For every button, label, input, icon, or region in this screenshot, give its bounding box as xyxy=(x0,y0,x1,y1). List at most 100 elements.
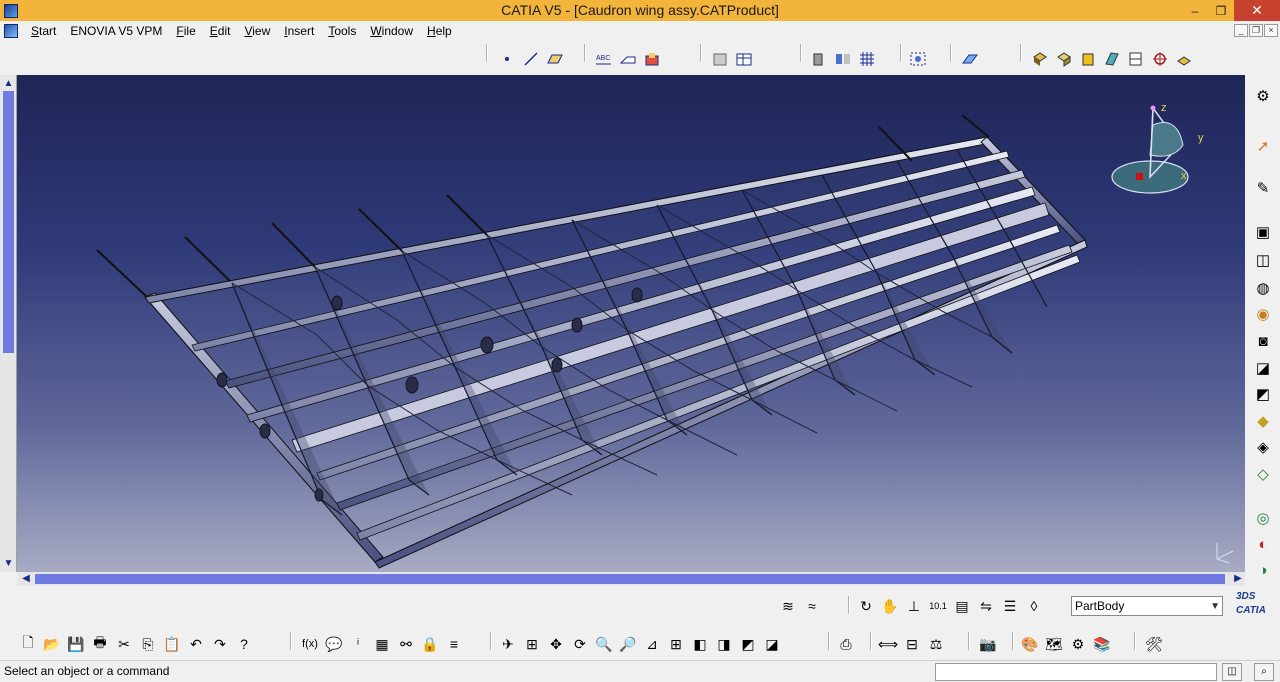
undo-icon[interactable]: ↶ xyxy=(186,634,206,654)
measure-item-icon[interactable]: ⊟ xyxy=(902,634,922,654)
gear-icon[interactable]: ⚙ xyxy=(1252,85,1274,107)
wireframe-icon[interactable] xyxy=(1102,49,1122,69)
surface-copy-icon[interactable]: ≈ xyxy=(802,596,822,616)
plane-icon[interactable] xyxy=(545,49,565,69)
sketcher-icon[interactable]: ✎ xyxy=(1252,177,1274,199)
restore-button[interactable]: ❐ xyxy=(1208,0,1234,21)
shading-icon[interactable] xyxy=(1030,49,1050,69)
rib-feature-icon[interactable]: ◙ xyxy=(1252,330,1274,352)
snap-icon[interactable] xyxy=(833,49,853,69)
apply-material-icon[interactable]: 🎨 xyxy=(1020,634,1040,654)
search-icon[interactable]: ⌕ xyxy=(1254,663,1274,681)
catia-app-icon[interactable] xyxy=(4,3,18,18)
hierarchy-icon[interactable]: ☰ xyxy=(1000,596,1020,616)
3d-viewport[interactable]: z y x xyxy=(17,75,1245,572)
pocket-icon[interactable]: ◫ xyxy=(1252,249,1274,271)
swap-visible-icon[interactable] xyxy=(960,49,980,69)
formula-icon[interactable]: f(x) xyxy=(300,634,320,654)
grid-icon[interactable] xyxy=(857,49,877,69)
design-table-icon[interactable]: ▦ xyxy=(372,634,392,654)
link-icon[interactable]: ⚯ xyxy=(396,634,416,654)
pan-hand-icon[interactable]: ✋ xyxy=(880,596,900,616)
doc-minimize-button[interactable]: _ xyxy=(1234,24,1248,37)
select-arrow-icon[interactable]: ➚ xyxy=(1252,135,1274,157)
catia-logo[interactable]: 3DS CATIA xyxy=(1236,590,1280,618)
layer-icon[interactable] xyxy=(1174,49,1194,69)
zoom-in-icon[interactable]: 🔍 xyxy=(594,634,614,654)
swap-space-icon[interactable]: ◪ xyxy=(762,634,782,654)
translate-icon[interactable]: ◎ xyxy=(1252,507,1274,529)
shell-icon[interactable]: ◈ xyxy=(1252,436,1274,458)
save-icon[interactable]: 💾 xyxy=(66,634,86,654)
zoom-out-icon[interactable]: 🔎 xyxy=(618,634,638,654)
layer-filter-icon[interactable]: ◊ xyxy=(1024,596,1044,616)
scene-icon[interactable]: 🗺 xyxy=(1044,634,1064,654)
shading-edges-icon[interactable] xyxy=(1054,49,1074,69)
new-document-icon[interactable]: 🗋 xyxy=(18,634,38,654)
menu-view[interactable]: View xyxy=(237,21,277,41)
menu-help[interactable]: Help xyxy=(420,21,459,41)
stop-command-button[interactable]: ◫ xyxy=(1222,663,1242,681)
body-icon[interactable]: ▤ xyxy=(952,596,972,616)
fit-all-icon[interactable] xyxy=(908,49,928,69)
view-mode-icon[interactable]: ◨ xyxy=(714,634,734,654)
shading-color-icon[interactable] xyxy=(1078,49,1098,69)
measure-inertia-icon[interactable]: ⚖ xyxy=(926,634,946,654)
shaft-icon[interactable]: ◍ xyxy=(1252,277,1274,299)
fillet-icon[interactable]: ◪ xyxy=(1252,357,1274,379)
draft-icon[interactable]: ◆ xyxy=(1252,410,1274,432)
fly-mode-icon[interactable]: ✈ xyxy=(498,634,518,654)
equalizer-icon[interactable]: ≡ xyxy=(444,634,464,654)
target-icon[interactable] xyxy=(1150,49,1170,69)
menu-window[interactable]: Window xyxy=(363,21,420,41)
power-input-field[interactable] xyxy=(935,663,1217,681)
mirror-icon[interactable]: ◐ xyxy=(1252,533,1274,555)
comment-icon[interactable]: 💬 xyxy=(324,634,344,654)
menu-start[interactable]: Start xyxy=(24,21,63,41)
horizontal-scrollbar[interactable]: ◀ ▶ xyxy=(17,572,1245,586)
open-folder-icon[interactable]: 📂 xyxy=(42,634,62,654)
info-icon[interactable]: ⁱ xyxy=(348,634,368,654)
close-button[interactable]: ✕ xyxy=(1234,0,1280,21)
lock-icon[interactable]: 🔒 xyxy=(420,634,440,654)
menu-tools[interactable]: Tools xyxy=(321,21,363,41)
text-annotation-icon[interactable]: ABC xyxy=(594,49,614,69)
multi-view-icon[interactable]: ⊞ xyxy=(666,634,686,654)
menu-file[interactable]: File xyxy=(169,21,202,41)
publication-icon[interactable]: ⎙ xyxy=(836,634,856,654)
pad-icon[interactable]: ▣ xyxy=(1252,221,1274,243)
doc-close-button[interactable]: × xyxy=(1264,24,1278,37)
menu-edit[interactable]: Edit xyxy=(203,21,238,41)
macro-icon[interactable]: 🛠 xyxy=(1144,634,1164,654)
scroll-up-icon[interactable]: ▲ xyxy=(2,77,15,90)
measure-between-icon[interactable]: ⟺ xyxy=(878,634,898,654)
vertical-scrollbar[interactable]: ▲ ▼ xyxy=(0,75,17,572)
horizontal-scroll-thumb[interactable] xyxy=(35,574,1225,584)
scroll-down-icon[interactable]: ▼ xyxy=(2,557,15,570)
hole-icon[interactable]: ◉ xyxy=(1252,303,1274,325)
doc-restore-button[interactable]: ❐ xyxy=(1249,24,1263,37)
render-style-icon[interactable] xyxy=(1126,49,1146,69)
chevron-down-icon[interactable]: ▼ xyxy=(1210,598,1220,616)
copy-icon[interactable]: ⎘ xyxy=(138,634,158,654)
current-body-select[interactable]: PartBody ▼ xyxy=(1071,596,1223,616)
scroll-right-icon[interactable]: ▶ xyxy=(1231,572,1245,586)
measure-icon[interactable] xyxy=(809,49,829,69)
document-icon[interactable] xyxy=(4,24,18,38)
3d-annotation-icon[interactable] xyxy=(642,49,662,69)
point-icon[interactable] xyxy=(497,49,517,69)
rotate-icon[interactable]: ⟳ xyxy=(570,634,590,654)
flag-note-icon[interactable] xyxy=(618,49,638,69)
table-icon[interactable] xyxy=(734,49,754,69)
hide-show-icon[interactable]: ◩ xyxy=(738,634,758,654)
menu-insert[interactable]: Insert xyxy=(277,21,321,41)
cut-icon[interactable]: ✂ xyxy=(114,634,134,654)
formula-value-icon[interactable]: 10.1 xyxy=(928,596,948,616)
catalog-browser-icon[interactable]: 📚 xyxy=(1092,634,1112,654)
thickness-icon[interactable]: ◇ xyxy=(1252,463,1274,485)
minimize-button[interactable]: – xyxy=(1182,0,1208,21)
normal-view-icon[interactable]: ⊿ xyxy=(642,634,662,654)
line-icon[interactable] xyxy=(521,49,541,69)
vertical-scroll-thumb[interactable] xyxy=(3,91,14,353)
surface-stack-icon[interactable]: ≋ xyxy=(778,596,798,616)
